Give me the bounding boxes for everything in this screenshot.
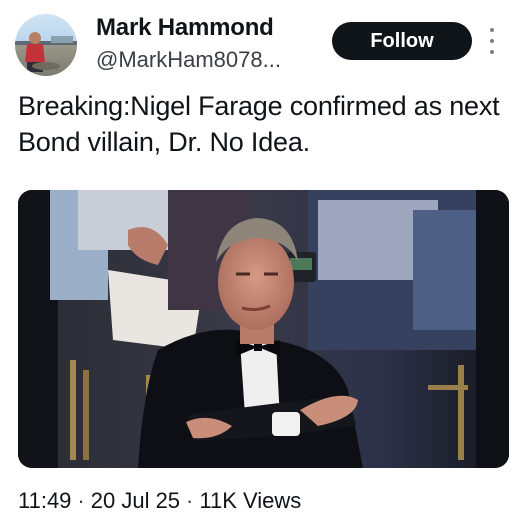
meta-separator: · xyxy=(77,488,85,513)
avatar[interactable] xyxy=(15,14,77,76)
tweet-meta: 11:49 · 20 Jul 25 · 11K Views xyxy=(18,488,301,514)
tweet-views[interactable]: 11K Views xyxy=(199,488,301,513)
tweet-media-photo[interactable] xyxy=(18,190,509,468)
display-name[interactable]: Mark Hammond xyxy=(96,14,274,42)
user-handle[interactable]: @MarkHam8078... xyxy=(96,47,281,73)
more-vertical-icon[interactable] xyxy=(486,28,498,54)
photo-illustration xyxy=(18,190,509,468)
meta-separator: · xyxy=(186,488,194,513)
tweet-card: Mark Hammond @MarkHam8078... Follow Brea… xyxy=(0,0,526,529)
tweet-date[interactable]: 20 Jul 25 xyxy=(91,488,180,513)
tweet-time[interactable]: 11:49 xyxy=(18,488,71,513)
follow-button[interactable]: Follow xyxy=(332,22,472,60)
avatar-photo xyxy=(15,32,77,72)
tweet-text: Breaking:Nigel Farage confirmed as next … xyxy=(18,91,500,157)
